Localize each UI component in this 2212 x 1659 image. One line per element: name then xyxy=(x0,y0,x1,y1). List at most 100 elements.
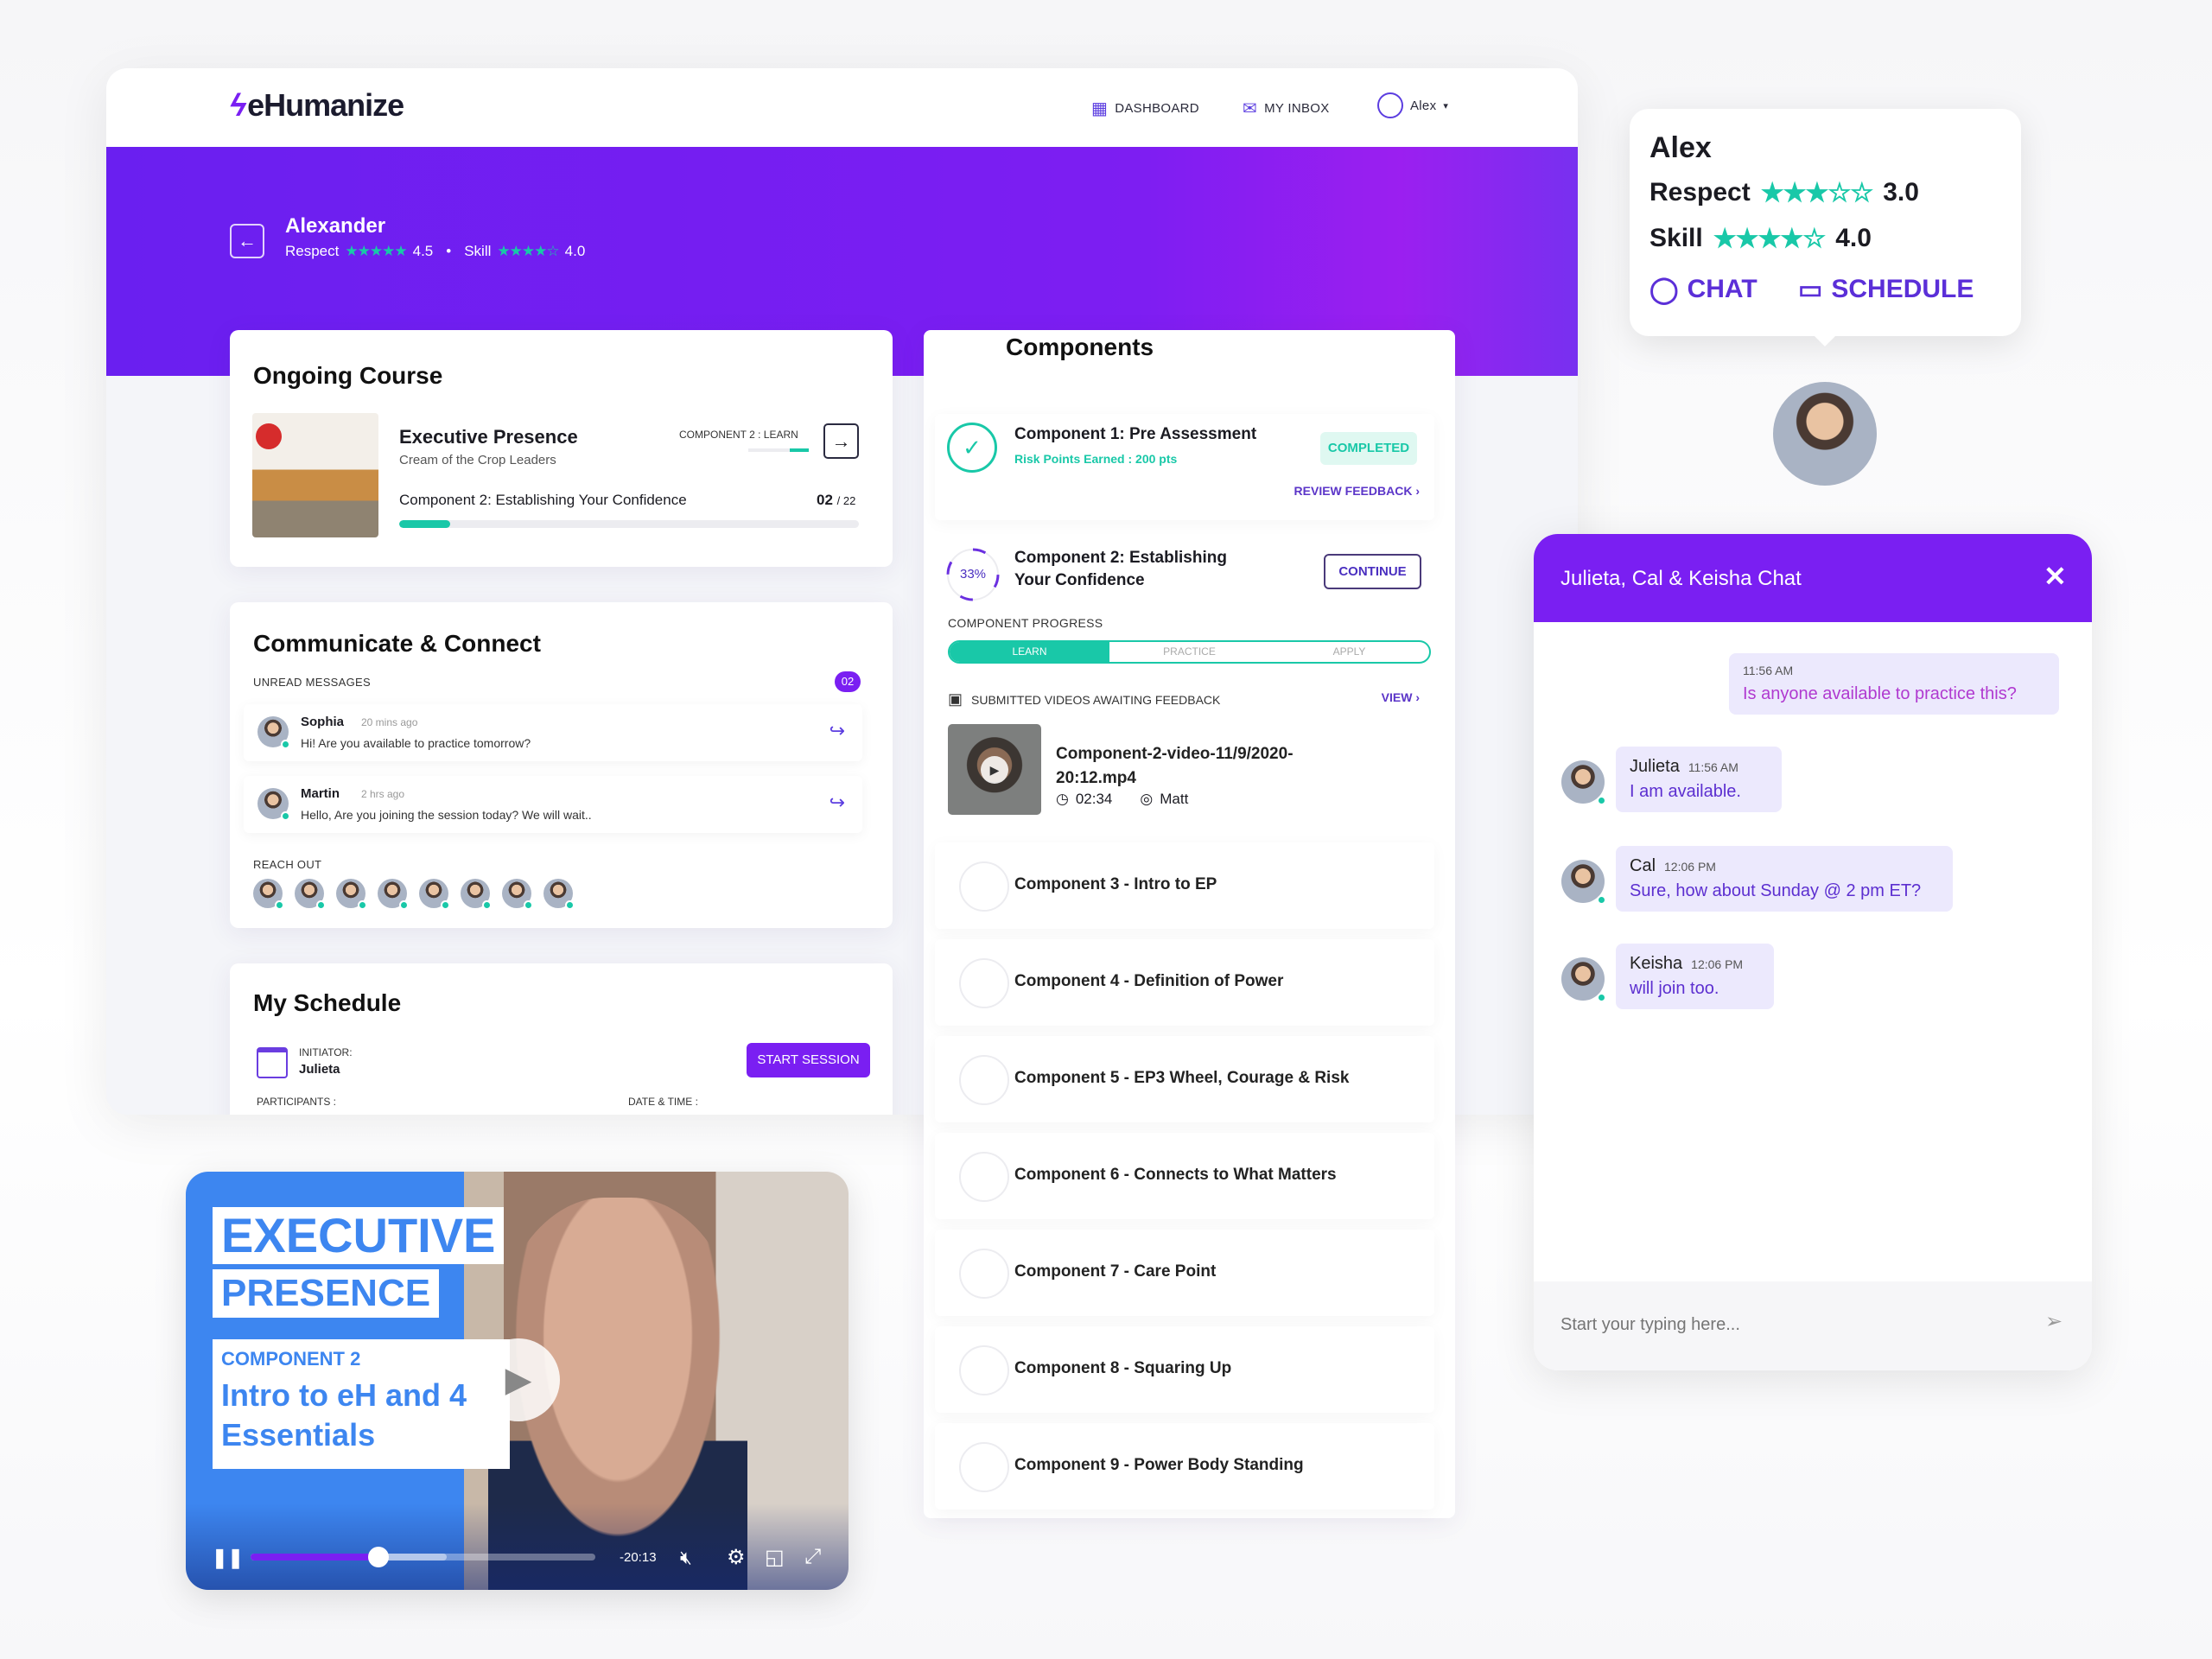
component-title: Component 6 - Connects to What Matters xyxy=(1014,1166,1337,1184)
component-1-row[interactable]: ✓ Component 1: Pre Assessment Risk Point… xyxy=(935,414,1434,520)
star-filled-icon: ★ xyxy=(345,243,358,259)
respect-value: 3.0 xyxy=(1883,178,1919,207)
top-header: ϟeHumanize ▦ DASHBOARD ✉ MY INBOX Alex ▾ xyxy=(106,68,1578,147)
calendar-icon: ▭ xyxy=(1798,276,1823,304)
video-thumbnail[interactable]: ▶ xyxy=(948,724,1041,815)
component-item[interactable]: Component 6 - Connects to What Matters xyxy=(935,1133,1434,1219)
message-text: I am available. xyxy=(1630,782,1741,801)
course-thumbnail[interactable] xyxy=(252,413,378,537)
respect-stars: ★★★★★ xyxy=(345,243,407,260)
component-item[interactable]: Component 9 - Power Body Standing xyxy=(935,1423,1434,1510)
continue-button[interactable]: CONTINUE xyxy=(1324,554,1421,589)
star-filled-icon: ★ xyxy=(1760,179,1784,207)
user-menu[interactable]: Alex ▾ xyxy=(1377,92,1448,118)
chat-button[interactable]: ◯ CHAT xyxy=(1649,275,1758,305)
card-title: Communicate & Connect xyxy=(253,630,541,657)
component-2-row: 33% Component 2: Establishing Your Confid… xyxy=(935,535,1434,820)
component-progress-label: COMPONENT PROGRESS xyxy=(948,616,1103,630)
reach-out-avatar[interactable] xyxy=(378,879,409,910)
reply-icon[interactable]: ↪ xyxy=(830,791,845,814)
chat-avatar xyxy=(1561,760,1606,805)
message-time: 11:56 AM xyxy=(1688,760,1738,774)
start-session-button[interactable]: START SESSION xyxy=(747,1043,870,1077)
message-text: will join too. xyxy=(1630,979,1719,998)
initiator-name: Julieta xyxy=(299,1062,340,1077)
panel-title: Components xyxy=(1006,334,1154,360)
subtitle-line-2: Essentials xyxy=(221,1417,376,1452)
message-time: 2 hrs ago xyxy=(361,788,405,800)
fullscreen-icon[interactable]: ⤢ xyxy=(804,1545,821,1569)
component-item[interactable]: Component 3 - Intro to EP xyxy=(935,842,1434,929)
nav-dashboard-label: DASHBOARD xyxy=(1115,101,1199,116)
participants-label: PARTICIPANTS : xyxy=(257,1096,337,1108)
message-item[interactable]: Martin 2 hrs ago Hello, Are you joining th… xyxy=(244,776,862,833)
controls-bar: ❚❚ -20:13 🔇︎ ⚙ ◱ ⤢ xyxy=(186,1503,849,1590)
video-title-line-1: EXECUTIVE xyxy=(213,1207,505,1264)
play-button[interactable]: ▶ xyxy=(477,1338,560,1421)
reach-out-avatar[interactable] xyxy=(502,879,533,910)
alex-avatar[interactable] xyxy=(1773,382,1877,486)
played-fill xyxy=(251,1554,378,1560)
seek-bar[interactable] xyxy=(251,1547,595,1567)
logo-mark-icon: ϟ xyxy=(230,87,246,123)
schedule-label: SCHEDULE xyxy=(1831,275,1974,303)
reply-icon[interactable]: ↪ xyxy=(830,720,845,742)
close-icon[interactable]: ✕ xyxy=(2044,560,2067,593)
open-course-button[interactable]: → xyxy=(823,423,859,459)
message-item[interactable]: Sophia 20 mins ago Hi! Are you available t… xyxy=(244,704,862,761)
chat-message: Cal 12:06 PM Sure, how about Sunday @ 2 pm… xyxy=(1616,846,1953,912)
title-line-2: Your Confidence xyxy=(1014,571,1145,589)
unread-count-badge: 02 xyxy=(835,671,861,692)
video-player[interactable]: EXECUTIVE PRESENCE COMPONENT 2 Intro to … xyxy=(186,1172,849,1590)
sender-name: Cal xyxy=(1630,856,1656,875)
seek-handle[interactable] xyxy=(367,1547,389,1567)
component-item[interactable]: Component 4 - Definition of Power xyxy=(935,939,1434,1026)
avatar xyxy=(257,788,290,821)
video-reviewer: Matt xyxy=(1160,791,1189,807)
schedule-button[interactable]: ▭ SCHEDULE xyxy=(1798,275,1974,305)
nav-dashboard[interactable]: ▦ DASHBOARD xyxy=(1091,98,1199,119)
component-item[interactable]: Component 7 - Care Point xyxy=(935,1230,1434,1316)
skill-stars: ★★★★☆ xyxy=(497,243,559,260)
reach-out-avatar[interactable] xyxy=(253,879,284,910)
course-stage: COMPONENT 2 : LEARN xyxy=(679,429,798,441)
star-filled-icon: ★ xyxy=(369,243,383,259)
reach-out-avatar[interactable] xyxy=(543,879,575,910)
nav-inbox[interactable]: ✉ MY INBOX xyxy=(1243,98,1330,119)
component-item[interactable]: Component 8 - Squaring Up xyxy=(935,1326,1434,1413)
risk-points: Risk Points Earned : 200 pts xyxy=(1014,452,1178,466)
send-icon[interactable]: ➢ xyxy=(2045,1309,2063,1334)
mute-icon[interactable]: 🔇︎ xyxy=(680,1547,692,1569)
online-indicator xyxy=(1597,895,1606,905)
user-icon xyxy=(1377,92,1403,118)
reach-out-avatar[interactable] xyxy=(419,879,450,910)
star-empty-icon: ☆ xyxy=(1850,179,1873,207)
reach-out-avatar[interactable] xyxy=(336,879,367,910)
settings-icon[interactable]: ⚙ xyxy=(727,1545,746,1570)
view-videos-link[interactable]: VIEW › xyxy=(1382,690,1420,704)
pip-icon[interactable]: ◱ xyxy=(765,1545,785,1570)
video-subtitle-box: COMPONENT 2 Intro to eH and 4 Essentials xyxy=(213,1339,510,1469)
status-circle-icon xyxy=(959,1442,1009,1492)
video-filename: Component-2-video-11/9/2020- 20:12.mp4 xyxy=(1056,742,1294,791)
stage-practice: PRACTICE xyxy=(1163,645,1216,658)
user-name: Alex xyxy=(1410,98,1437,113)
online-indicator xyxy=(358,900,367,910)
message-preview: Hello, Are you joining the session today… xyxy=(301,808,592,822)
back-button[interactable]: ← xyxy=(230,224,264,258)
pause-icon[interactable]: ❚❚ xyxy=(212,1547,244,1569)
review-feedback-link[interactable]: REVIEW FEEDBACK › xyxy=(1294,484,1420,498)
message-header: Keisha 12:06 PM xyxy=(1630,954,1760,974)
chat-input[interactable] xyxy=(1560,1307,2010,1342)
reach-out-avatar[interactable] xyxy=(295,879,326,910)
reach-out-avatars xyxy=(253,879,575,910)
component-title: Component 9 - Power Body Standing xyxy=(1014,1456,1304,1474)
ongoing-course-card: Ongoing Course Executive Presence Cream … xyxy=(230,330,893,567)
respect-label: Respect xyxy=(1649,178,1751,207)
reach-out-avatar[interactable] xyxy=(461,879,492,910)
logo[interactable]: ϟeHumanize xyxy=(230,87,404,124)
star-empty-icon: ☆ xyxy=(1802,225,1826,253)
calendar-icon xyxy=(257,1047,288,1078)
star-filled-icon: ★ xyxy=(521,243,535,259)
component-item[interactable]: Component 5 - EP3 Wheel, Courage & Risk xyxy=(935,1036,1434,1122)
